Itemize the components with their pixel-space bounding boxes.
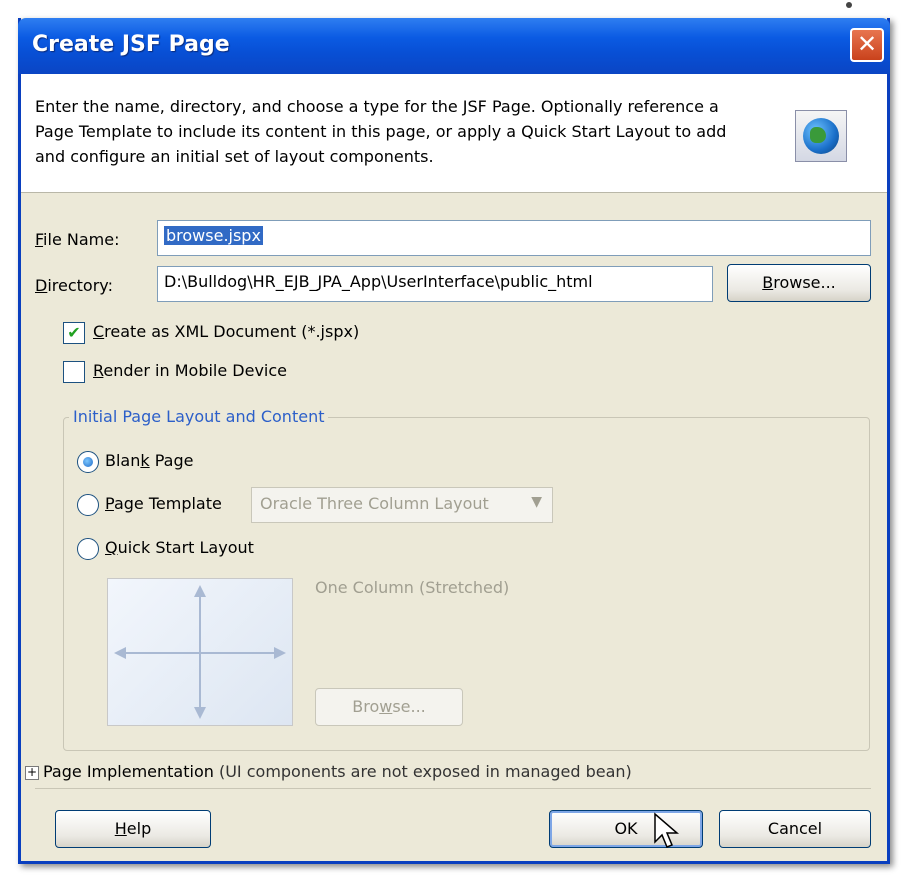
page-implementation-note: (UI components are not exposed in manage… [218, 762, 632, 781]
page-template-select-value: Oracle Three Column Layout [260, 494, 489, 513]
cancel-button[interactable]: Cancel [719, 810, 871, 848]
create-xml-checkbox[interactable]: ✔ [63, 322, 85, 344]
close-icon: ✕ [856, 30, 878, 58]
layout-preview-thumbnail [107, 578, 293, 726]
page-template-select[interactable]: Oracle Three Column Layout ▼ [251, 487, 553, 523]
decorative-dot [846, 2, 852, 8]
dialog-header: Enter the name, directory, and choose a … [21, 74, 887, 193]
file-name-input[interactable]: browse.jspx [157, 220, 871, 256]
page-implementation-expand-toggle[interactable]: + [25, 766, 39, 780]
quick-start-radio[interactable] [77, 538, 99, 560]
stretch-arrows-icon [114, 585, 286, 719]
top-strip [0, 0, 922, 14]
file-name-label: File Name: [35, 230, 120, 249]
title-bar[interactable]: Create JSF Page ✕ [18, 18, 890, 74]
file-name-value: browse.jspx [164, 226, 263, 245]
chevron-down-icon: ▼ [531, 494, 542, 510]
directory-input[interactable]: D:\Bulldog\HR_EJB_JPA_App\UserInterface\… [157, 266, 713, 302]
create-jsf-page-dialog: Create JSF Page ✕ Enter the name, direct… [18, 18, 890, 864]
blank-page-radio[interactable] [77, 451, 99, 473]
page-implementation-label: Page Implementation [43, 762, 214, 781]
directory-value: D:\Bulldog\HR_EJB_JPA_App\UserInterface\… [164, 272, 593, 291]
mouse-cursor-icon [654, 812, 680, 848]
close-button[interactable]: ✕ [850, 28, 884, 62]
render-mobile-checkbox[interactable] [63, 361, 85, 383]
blank-page-label[interactable]: Blank Page [105, 451, 193, 470]
initial-layout-title: Initial Page Layout and Content [69, 407, 329, 426]
browse-button[interactable]: Browse... [727, 264, 871, 302]
globe-icon [795, 110, 847, 162]
quick-start-label[interactable]: Quick Start Layout [105, 538, 254, 557]
header-description: Enter the name, directory, and choose a … [35, 97, 727, 166]
create-xml-label[interactable]: Create as XML Document (*.jspx) [93, 322, 359, 341]
plus-icon: + [26, 765, 38, 779]
quick-start-browse-button[interactable]: Browse... [315, 688, 463, 726]
quick-start-layout-name: One Column (Stretched) [315, 578, 510, 597]
window-title: Create JSF Page [32, 32, 230, 57]
checkmark-icon: ✔ [67, 323, 81, 342]
directory-label: Directory: [35, 276, 113, 295]
help-button[interactable]: Help [55, 810, 211, 848]
page-implementation-row[interactable]: Page Implementation (UI components are n… [43, 762, 632, 781]
page-template-radio[interactable] [77, 494, 99, 516]
footer-divider [35, 788, 871, 789]
page-template-label[interactable]: Page Template [105, 494, 222, 513]
render-mobile-label[interactable]: Render in Mobile Device [93, 361, 287, 380]
